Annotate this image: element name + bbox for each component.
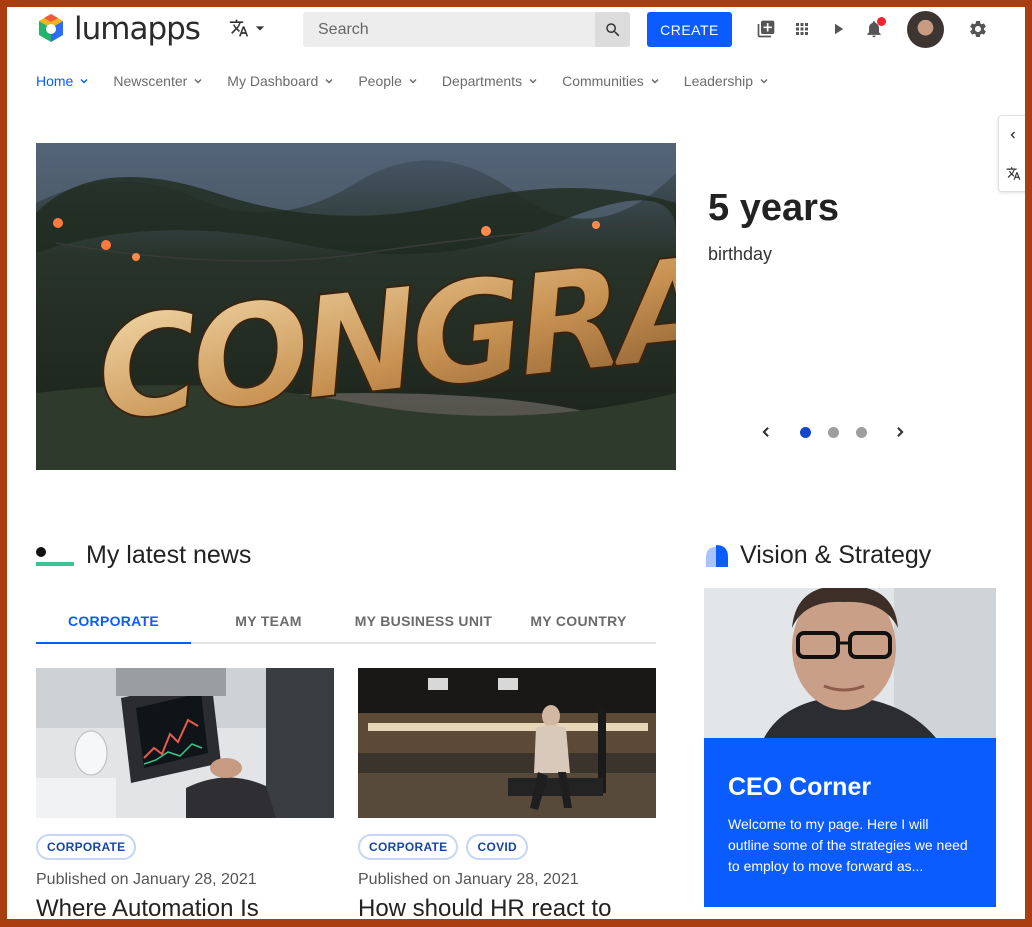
tab-my-country[interactable]: MY COUNTRY bbox=[501, 607, 656, 644]
news-tabs: CORPORATE MY TEAM MY BUSINESS UNIT MY CO… bbox=[36, 607, 656, 644]
translate-icon bbox=[1006, 166, 1020, 180]
news-card-title[interactable]: How should HR react to bbox=[358, 895, 656, 919]
news-card-image[interactable] bbox=[36, 668, 334, 818]
nav-item-label: My Dashboard bbox=[227, 73, 319, 89]
chevron-left-icon bbox=[1010, 131, 1015, 139]
chevron-down-icon bbox=[409, 79, 417, 84]
ceo-corner-panel[interactable]: CEO Corner Welcome to my page. Here I wi… bbox=[704, 738, 996, 907]
news-section-icon bbox=[36, 546, 74, 566]
congrats-balloons-image: CONGRATS bbox=[36, 143, 676, 470]
create-button[interactable]: CREATE bbox=[647, 12, 732, 47]
search-icon bbox=[605, 22, 619, 36]
hero-subtitle: birthday bbox=[708, 244, 773, 264]
tag-chip[interactable]: COVID bbox=[466, 834, 528, 860]
library-icon bbox=[757, 20, 775, 38]
brand-name: lumapps bbox=[74, 11, 201, 47]
news-card[interactable]: CORPORATE Published on January 28, 2021 … bbox=[36, 668, 334, 919]
chevron-down-icon bbox=[760, 79, 768, 84]
chevron-down-icon bbox=[325, 79, 333, 84]
nav-item-communities[interactable]: Communities bbox=[562, 73, 660, 89]
chevron-down-icon bbox=[651, 79, 659, 84]
ceo-corner-text: Welcome to my page. Here I will outline … bbox=[728, 816, 968, 874]
tag-list: CORPORATE COVID bbox=[358, 834, 656, 860]
carousel-dot-2[interactable] bbox=[827, 426, 839, 438]
nav-item-leadership[interactable]: Leadership bbox=[684, 73, 769, 89]
chevron-down-icon bbox=[194, 79, 202, 84]
news-card-title[interactable]: Where Automation Is bbox=[36, 895, 334, 919]
carousel-controls bbox=[759, 425, 907, 439]
language-selector[interactable] bbox=[229, 18, 271, 38]
nav-item-newscenter[interactable]: Newscenter bbox=[113, 73, 203, 89]
apps-grid-icon bbox=[796, 23, 808, 35]
hero-title: 5 years bbox=[708, 187, 840, 229]
side-toolbar bbox=[998, 115, 1025, 192]
tab-my-team[interactable]: MY TEAM bbox=[191, 607, 346, 644]
tab-corporate[interactable]: CORPORATE bbox=[36, 607, 191, 644]
vision-section-icon bbox=[706, 544, 728, 567]
hero-image[interactable]: CONGRATS bbox=[36, 143, 676, 470]
search-bar[interactable]: Search bbox=[303, 12, 630, 47]
notification-badge bbox=[877, 17, 886, 26]
notifications-button[interactable] bbox=[862, 17, 886, 41]
nav-item-label: Leadership bbox=[683, 73, 754, 89]
ceo-portrait-image bbox=[704, 588, 996, 738]
nav-item-home[interactable]: Home bbox=[36, 73, 89, 89]
chevron-right-icon[interactable] bbox=[893, 425, 907, 439]
nav-item-label: Departments bbox=[441, 73, 523, 89]
tag-list: CORPORATE bbox=[36, 834, 334, 860]
nav-item-label: Newscenter bbox=[113, 73, 188, 89]
search-input[interactable]: Search bbox=[318, 21, 369, 39]
apps-button[interactable] bbox=[790, 17, 814, 41]
carousel-dot-1[interactable] bbox=[799, 426, 811, 438]
chevron-left-icon[interactable] bbox=[759, 425, 773, 439]
nav-item-label: Communities bbox=[562, 73, 644, 89]
app-frame: lumapps Search CREATE Home Newscenter My… bbox=[7, 7, 1025, 919]
nav-item-my-dashboard[interactable]: My Dashboard bbox=[227, 73, 334, 89]
airport-terminal-image bbox=[358, 668, 656, 818]
news-title: My latest news bbox=[86, 541, 252, 569]
tab-my-business-unit[interactable]: MY BUSINESS UNIT bbox=[346, 607, 501, 644]
play-button[interactable] bbox=[826, 17, 850, 41]
published-date: Published on January 28, 2021 bbox=[36, 871, 257, 888]
main-nav: Home Newscenter My Dashboard People Depa… bbox=[36, 73, 793, 89]
carousel-dot-3[interactable] bbox=[855, 426, 867, 438]
news-card[interactable]: CORPORATE COVID Published on January 28,… bbox=[358, 668, 656, 919]
search-button[interactable] bbox=[595, 12, 630, 47]
library-button[interactable] bbox=[754, 17, 778, 41]
play-icon bbox=[835, 23, 844, 35]
chevron-down-icon bbox=[529, 79, 537, 84]
ceo-corner-title: CEO Corner bbox=[728, 773, 872, 801]
nav-item-label: People bbox=[358, 73, 402, 89]
published-date: Published on January 28, 2021 bbox=[358, 871, 579, 888]
collapse-button[interactable] bbox=[999, 116, 1025, 154]
tablet-chart-image bbox=[36, 668, 334, 818]
nav-item-departments[interactable]: Departments bbox=[442, 73, 538, 89]
tag-chip[interactable]: CORPORATE bbox=[36, 834, 137, 860]
vision-title: Vision & Strategy bbox=[740, 541, 932, 569]
settings-icon bbox=[970, 20, 986, 37]
chevron-down-icon bbox=[255, 26, 265, 31]
vision-header: Vision & Strategy bbox=[704, 541, 931, 570]
lumapps-logo-icon bbox=[39, 14, 63, 42]
nav-item-label: Home bbox=[36, 73, 74, 89]
top-bar: lumapps Search CREATE bbox=[7, 7, 1025, 51]
chevron-down-icon bbox=[80, 79, 88, 84]
ceo-photo[interactable] bbox=[704, 588, 996, 738]
logo[interactable]: lumapps bbox=[34, 11, 201, 47]
translate-icon bbox=[229, 19, 249, 37]
avatar[interactable] bbox=[907, 11, 944, 48]
news-header: My latest news bbox=[36, 541, 251, 570]
translate-button[interactable] bbox=[999, 154, 1025, 192]
tag-chip[interactable]: CORPORATE bbox=[358, 834, 459, 860]
nav-item-people[interactable]: People bbox=[358, 73, 418, 89]
news-card-image[interactable] bbox=[358, 668, 656, 818]
settings-button[interactable] bbox=[966, 17, 990, 41]
